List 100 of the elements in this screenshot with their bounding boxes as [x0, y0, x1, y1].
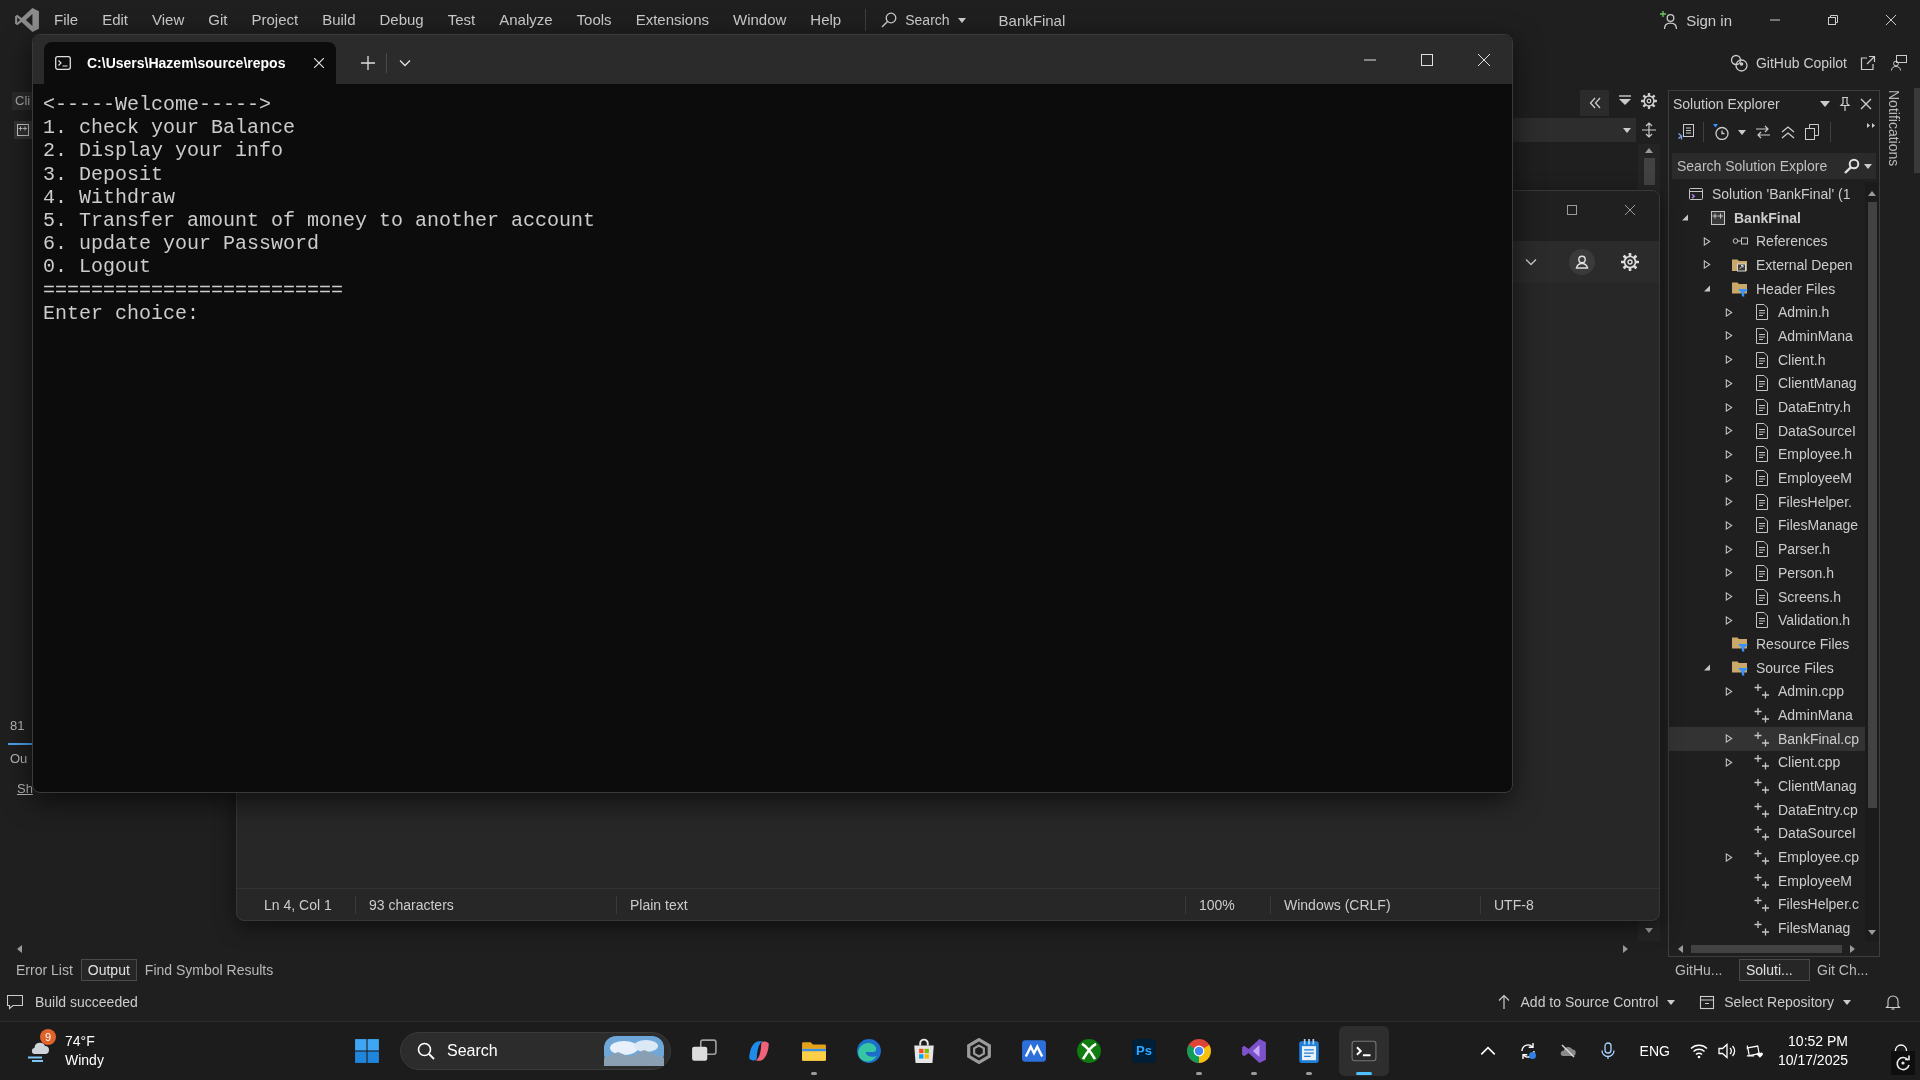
tree-item[interactable]: External Depen	[1669, 253, 1865, 277]
copy-icon[interactable]	[1805, 124, 1821, 140]
tree-item[interactable]: FilesHelper.	[1669, 489, 1865, 514]
tree-item[interactable]: Validation.h	[1669, 608, 1865, 633]
tree-item[interactable]: BankFinal.cp	[1669, 726, 1865, 751]
language-indicator[interactable]: ENG	[1639, 1043, 1670, 1059]
caret-right-icon[interactable]	[1725, 615, 1733, 625]
scroll-right-icon[interactable]	[1623, 945, 1628, 953]
tree-item[interactable]: Person.h	[1669, 561, 1865, 585]
tree-item[interactable]: Header Files	[1669, 276, 1865, 301]
pin-icon[interactable]	[1838, 97, 1852, 111]
taskbar-search-field[interactable]: Search	[400, 1032, 671, 1070]
caret-right-icon[interactable]	[1725, 378, 1733, 388]
chevron-down-icon[interactable]	[1525, 256, 1537, 268]
caret-right-icon[interactable]	[1703, 236, 1711, 246]
tree-item[interactable]: ClientManag	[1669, 774, 1865, 798]
menu-item[interactable]: Window	[721, 6, 799, 34]
add-to-source-control-button[interactable]: Add to Source Control	[1495, 989, 1676, 1015]
menu-item[interactable]: Analyze	[487, 6, 565, 34]
dropdown-field[interactable]	[1513, 118, 1636, 142]
tree-item[interactable]: Admin.h	[1669, 300, 1865, 325]
menu-item[interactable]: Build	[310, 6, 368, 34]
menu-item[interactable]: Debug	[367, 6, 436, 34]
caret-right-icon[interactable]	[1725, 497, 1733, 507]
scroll-thumb[interactable]	[1914, 88, 1920, 173]
weather-widget[interactable]: 9 74°F Windy	[27, 1028, 104, 1074]
tree-item[interactable]: Source Files	[1669, 655, 1865, 680]
tree-item[interactable]: AdminMana	[1669, 324, 1865, 348]
scroll-thumb[interactable]	[1691, 944, 1842, 953]
clock-time[interactable]: 10:52 PM	[1788, 1032, 1848, 1051]
menu-item[interactable]: Extensions	[623, 6, 721, 34]
gear-icon[interactable]	[1621, 253, 1639, 271]
caret-right-icon[interactable]	[1725, 307, 1733, 317]
scroll-thumb[interactable]	[1643, 158, 1655, 185]
tree-item[interactable]: DataSourceI	[1669, 418, 1865, 443]
scroll-up-icon[interactable]	[1645, 148, 1653, 153]
caret-right-icon[interactable]	[1725, 686, 1733, 696]
feedback-icon[interactable]	[1891, 55, 1907, 71]
tree-item[interactable]: Solution 'BankFinal' (1	[1669, 182, 1865, 206]
overflow-icon[interactable]	[1867, 123, 1875, 128]
tree-item[interactable]: Employee.h	[1669, 442, 1865, 467]
panel-tab[interactable]: Error List	[9, 959, 80, 981]
caret-down-icon[interactable]	[1681, 213, 1689, 223]
close-icon[interactable]	[1860, 98, 1872, 110]
swap-arrows-icon[interactable]	[1755, 124, 1771, 140]
search-field[interactable]: Search Solution Explore	[1672, 153, 1876, 179]
tree-item[interactable]: Screens.h	[1669, 584, 1865, 609]
caret-right-icon[interactable]	[1725, 331, 1733, 341]
tree-item[interactable]: FilesManage	[1669, 513, 1865, 538]
tree-item[interactable]: AdminMana	[1669, 703, 1865, 727]
tree-item[interactable]: BankFinal	[1669, 205, 1865, 230]
scroll-down-icon[interactable]	[1645, 928, 1653, 933]
tree-item[interactable]: EmployeeM	[1669, 868, 1865, 893]
caret-right-icon[interactable]	[1725, 402, 1733, 412]
caret-right-icon[interactable]	[1703, 260, 1711, 270]
caret-right-icon[interactable]	[1725, 449, 1733, 459]
tree-item[interactable]: DataSourceI	[1669, 821, 1865, 846]
tree-item[interactable]: Resource Files	[1669, 632, 1865, 656]
tree-item[interactable]: DataEntry.h	[1669, 395, 1865, 419]
caret-right-icon[interactable]	[1725, 734, 1733, 744]
select-repository-button[interactable]: Select Repository	[1699, 989, 1851, 1015]
caret-right-icon[interactable]	[1725, 544, 1733, 554]
taskbar-button[interactable]	[1339, 1026, 1389, 1076]
dropdown-caret-icon[interactable]	[1820, 99, 1830, 109]
search-button[interactable]: Search	[881, 6, 966, 34]
menu-item[interactable]: Project	[239, 6, 311, 34]
double-chevron-up-icon[interactable]	[1780, 124, 1796, 140]
caret-right-icon[interactable]	[1725, 852, 1733, 862]
menu-item[interactable]: Help	[798, 6, 854, 34]
menu-item[interactable]: Git	[196, 6, 240, 34]
menu-item[interactable]: Tools	[564, 6, 624, 34]
battery-heart-icon[interactable]	[1745, 1043, 1764, 1059]
tree-item[interactable]: Parser.h	[1669, 537, 1865, 561]
caret-down-icon[interactable]	[1703, 663, 1711, 673]
tree-item[interactable]: Client.cpp	[1669, 750, 1865, 775]
caret-right-icon[interactable]	[1725, 355, 1733, 365]
caret-right-icon[interactable]	[1725, 757, 1733, 767]
wifi-icon[interactable]	[1689, 1043, 1708, 1059]
caret-right-icon[interactable]	[1725, 426, 1733, 436]
crossed-cloud-icon[interactable]	[1558, 1042, 1577, 1060]
menu-item[interactable]: Test	[435, 6, 488, 34]
menu-item[interactable]: View	[140, 6, 197, 34]
scroll-right-icon[interactable]	[1850, 944, 1855, 953]
tree-item[interactable]: Admin.cpp	[1669, 679, 1865, 704]
copilot-button[interactable]: GitHub Copilot	[1729, 49, 1847, 77]
tree-item[interactable]: ClientManag	[1669, 371, 1865, 396]
avatar-icon[interactable]	[1569, 249, 1595, 275]
close-icon[interactable]	[314, 58, 324, 68]
menu-item[interactable]: Edit	[90, 6, 141, 34]
terminal-tab[interactable]: C:\Users\Hazem\source\repos	[44, 42, 336, 84]
scroll-up-icon[interactable]	[1868, 191, 1876, 196]
caret-down-icon[interactable]	[1703, 284, 1711, 294]
tree-item[interactable]: DataEntry.cp	[1669, 797, 1865, 822]
panel-tab[interactable]: Output	[80, 959, 137, 981]
taskbar-button[interactable]: Ps	[1119, 1026, 1169, 1076]
caret-right-icon[interactable]	[1725, 592, 1733, 602]
clock-date[interactable]: 10/17/2025	[1777, 1051, 1848, 1070]
panel-tab[interactable]: Soluti...	[1739, 959, 1810, 981]
document-icon[interactable]	[1678, 124, 1694, 140]
caret-right-icon[interactable]	[1725, 568, 1733, 578]
